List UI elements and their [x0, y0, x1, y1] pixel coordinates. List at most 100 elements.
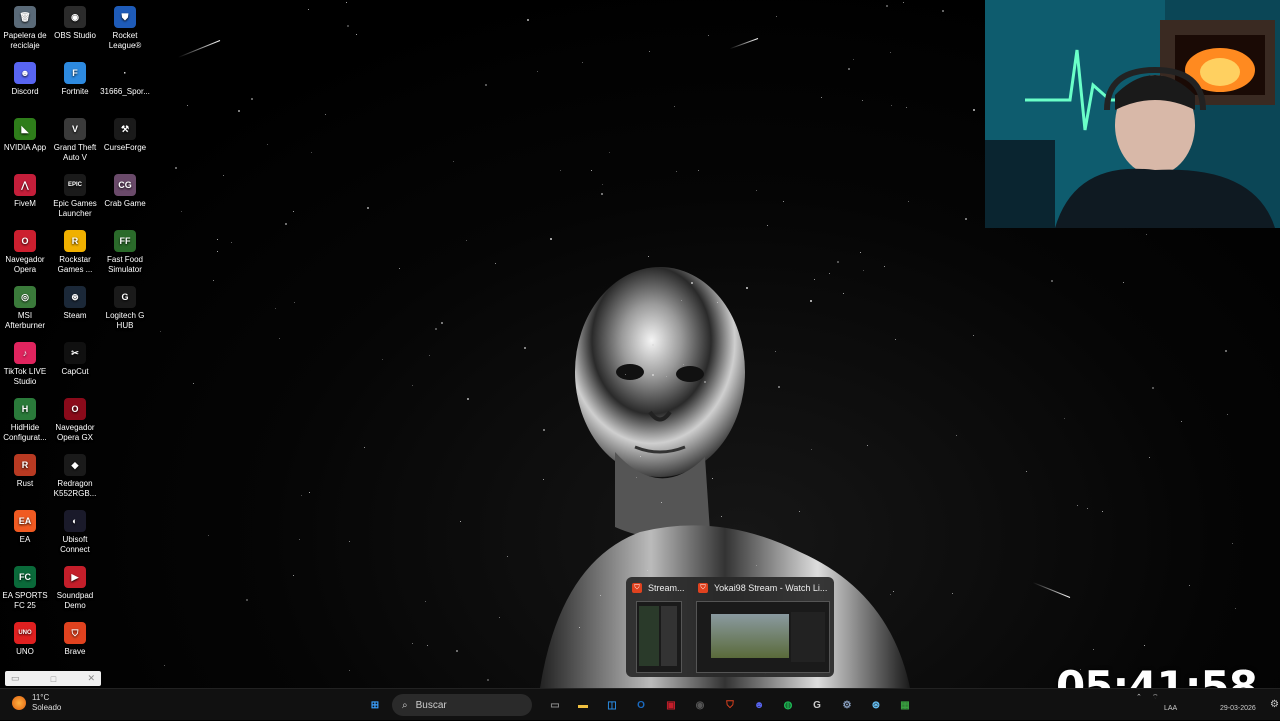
microsoft-store-button[interactable]: ◫ [602, 695, 622, 715]
desktop-icon[interactable]: FF Fast Food Simulator [100, 230, 150, 275]
desktop-icon-label: Papelera de reciclaje [3, 31, 47, 50]
rocket-league-icon: ⛊ [114, 6, 136, 28]
obs-button[interactable]: ◉ [690, 695, 710, 715]
thumbnail-item[interactable]: ⛉ Yokai98 Stream - Watch Li... [692, 577, 834, 677]
ea-sports-fc-icon: FC [14, 566, 36, 588]
desktop-icon[interactable]: O Navegador Opera [0, 230, 50, 275]
logitech-ghub-icon: G [114, 286, 136, 308]
close-icon[interactable]: ✕ [87, 673, 95, 684]
star [550, 238, 553, 241]
star [274, 308, 276, 310]
desktop-icon[interactable]: H HidHide Configurat... [0, 398, 50, 443]
desktop-icon[interactable]: · 31666_Spor... [100, 62, 150, 97]
shooting-star [729, 38, 759, 50]
desktop-icon[interactable]: R Rockstar Games ... [50, 230, 100, 275]
discord-button[interactable]: ☻ [749, 695, 769, 715]
desktop-icon[interactable]: ✂ CapCut [50, 342, 100, 377]
msi-afterburner-icon: ◎ [14, 286, 36, 308]
star [698, 170, 700, 172]
star [1101, 510, 1103, 512]
desktop-icon-label: Discord [11, 87, 39, 96]
search-input[interactable]: ⌕ Buscar [392, 694, 532, 716]
minecraft-button[interactable]: ▦ [895, 695, 915, 715]
desktop-icon[interactable]: CG Crab Game [100, 174, 150, 209]
desktop-icon[interactable]: R Rust [0, 454, 50, 489]
spotify-button[interactable]: ◍ [778, 695, 798, 715]
desktop-icon[interactable]: ⋀ FiveM [0, 174, 50, 209]
redragon-icon: ◆ [64, 454, 86, 476]
star [775, 16, 777, 18]
star [1144, 644, 1146, 646]
star [862, 99, 864, 101]
network-icon[interactable]: ⌔ [1152, 693, 1159, 702]
star [955, 434, 957, 436]
star [889, 52, 891, 54]
star [347, 25, 350, 28]
desktop-icon[interactable]: UNO UNO [0, 622, 50, 657]
desktop-icon-label: Logitech G HUB [105, 311, 145, 330]
desktop-icon[interactable]: ◐ Ubisoft Connect [50, 510, 100, 555]
desktop-icon-label: Steam [63, 311, 87, 320]
desktop-icon[interactable]: 🗑 Papelera de reciclaje [0, 6, 50, 51]
window-icon: ▭ [11, 673, 20, 683]
star [429, 354, 431, 356]
desktop-icon[interactable]: O Navegador Opera GX [50, 398, 100, 443]
star [902, 1, 904, 3]
task-view-button[interactable]: ▭ [545, 695, 565, 715]
star [673, 106, 675, 108]
desktop-icon[interactable]: ⛊ Rocket League® [100, 6, 150, 51]
notification-icon[interactable]: ⚙ [1270, 699, 1279, 710]
desktop-icon[interactable]: ◣ NVIDIA App [0, 118, 50, 153]
star [192, 383, 194, 385]
desktop-icon[interactable]: FC EA SPORTS FC 25 [0, 566, 50, 611]
file-explorer-button[interactable]: ▬ [573, 695, 593, 715]
star [972, 334, 974, 336]
settings-button[interactable]: ⚙ [837, 695, 857, 715]
desktop-icon[interactable]: ⚒ CurseForge [100, 118, 150, 153]
desktop-icon[interactable]: EA EA [0, 510, 50, 545]
brave-button[interactable]: ⛉ [720, 695, 740, 715]
desktop-icon[interactable]: G Logitech G HUB [100, 286, 150, 331]
weather-widget[interactable]: 11°C Soleado [12, 693, 61, 713]
chevron-up-icon[interactable]: ⌃ [1136, 693, 1142, 701]
star [466, 398, 469, 401]
outlook-button[interactable]: O [631, 695, 651, 715]
star [746, 286, 749, 289]
rust-icon: R [14, 454, 36, 476]
star [942, 9, 945, 12]
star [411, 384, 413, 386]
desktop-icon[interactable]: ◎ MSI Afterburner [0, 286, 50, 331]
desktop-icon[interactable]: ▶ Soundpad Demo [50, 566, 100, 611]
star [187, 105, 189, 107]
app-red-button[interactable]: ▣ [661, 695, 681, 715]
star [601, 192, 604, 195]
minimized-window-bar[interactable]: ▭ □ ✕ [5, 671, 101, 686]
star [847, 67, 850, 70]
desktop-icon-label: MSI Afterburner [4, 311, 46, 330]
desktop-icon[interactable]: ☻ Discord [0, 62, 50, 97]
star [1188, 585, 1190, 587]
desktop-icon[interactable]: V Grand Theft Auto V [50, 118, 100, 163]
thumbnail-title: Stream... [648, 583, 684, 593]
star [217, 250, 219, 252]
star [581, 61, 583, 63]
maximize-icon[interactable]: □ [51, 674, 56, 684]
language-indicator[interactable]: LAA [1164, 705, 1177, 712]
steam-button[interactable]: ⊛ [866, 695, 886, 715]
desktop-icon[interactable]: ♪ TikTok LIVE Studio [0, 342, 50, 387]
thumbnail-item[interactable]: ⛉ Stream... [626, 577, 688, 677]
star [601, 184, 603, 186]
star [426, 645, 428, 647]
capcut-icon: ✂ [64, 342, 86, 364]
start-button[interactable]: ⊞ [365, 695, 385, 715]
desktop-icon[interactable]: ◉ OBS Studio [50, 6, 100, 41]
desktop-icon[interactable]: ⛉ Brave [50, 622, 100, 657]
tray-date[interactable]: 29-03-2026 [1220, 705, 1256, 712]
desktop-icon[interactable]: F Fortnite [50, 62, 100, 97]
desktop-icon-label: OBS Studio [54, 31, 96, 40]
logitech-ghub-button[interactable]: G [807, 695, 827, 715]
desktop-icon[interactable]: ⊛ Steam [50, 286, 100, 321]
desktop-icon[interactable]: EPIC Epic Games Launcher [50, 174, 100, 219]
star [523, 347, 526, 350]
desktop-icon[interactable]: ◆ Redragon K552RGB... [50, 454, 100, 499]
